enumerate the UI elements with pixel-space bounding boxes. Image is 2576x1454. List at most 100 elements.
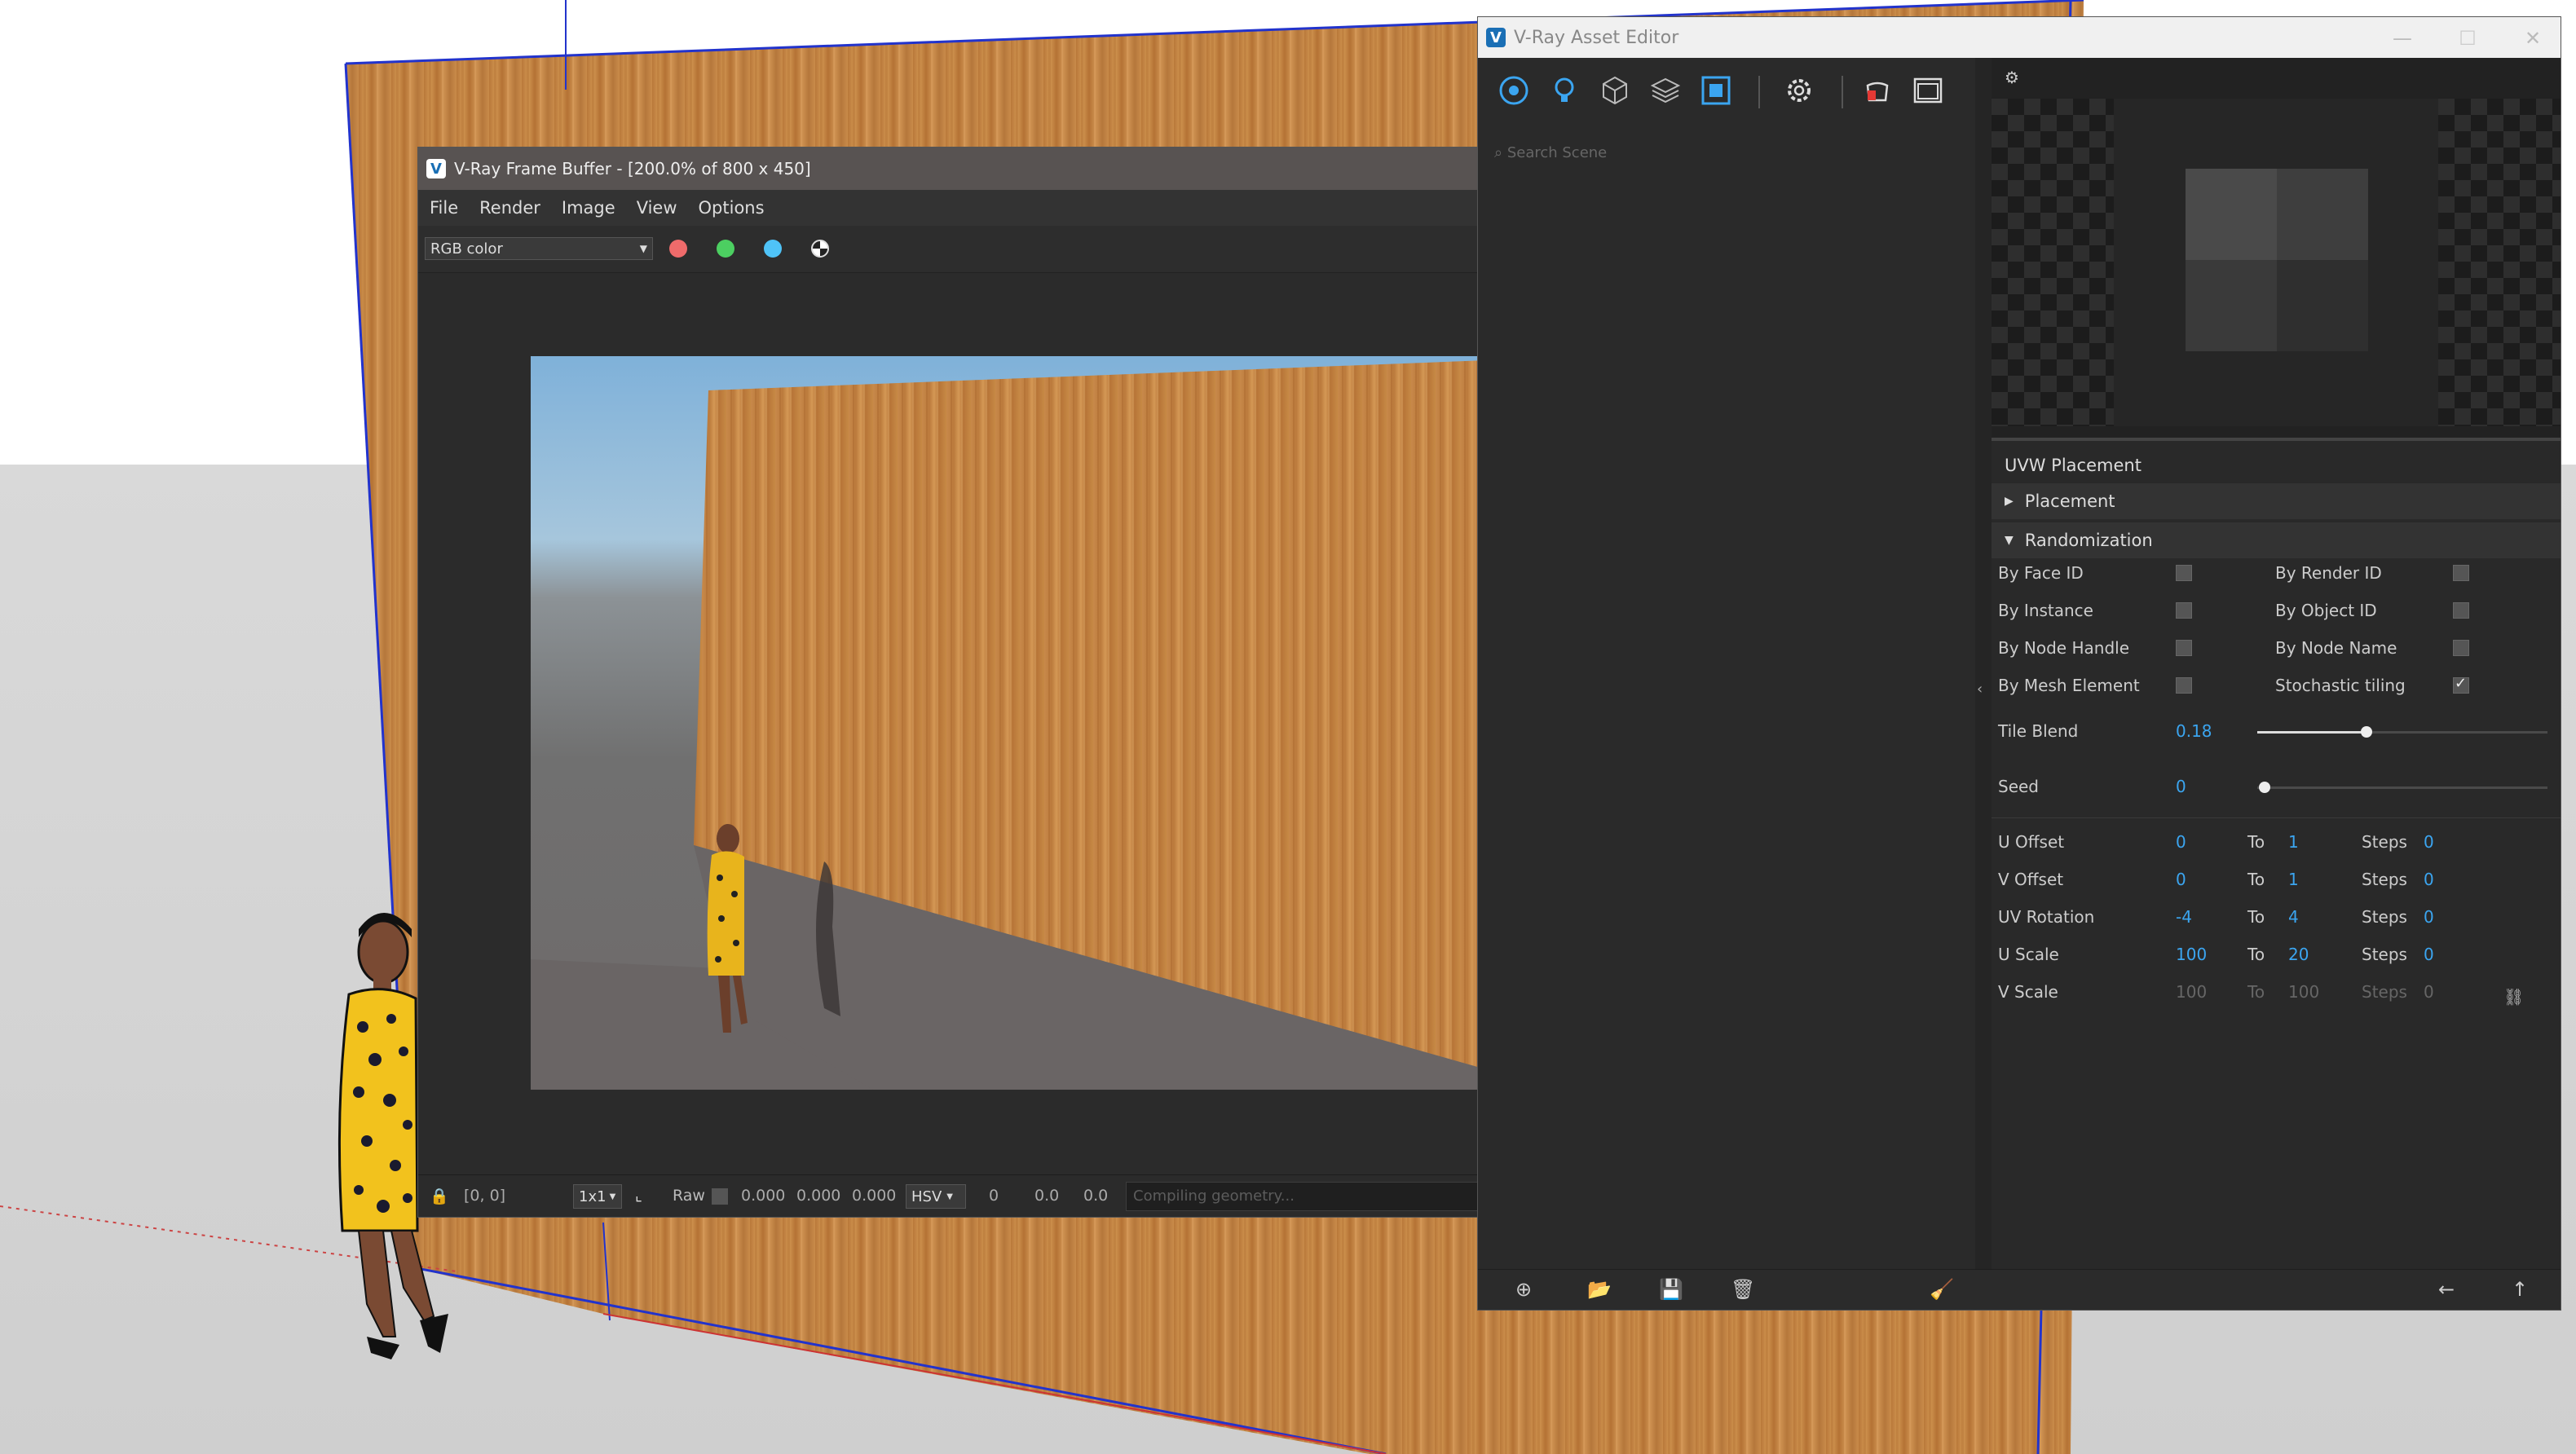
range-to[interactable]: 20	[2288, 945, 2309, 964]
textures-icon[interactable]	[1700, 74, 1732, 107]
range-steps[interactable]: 0	[2424, 945, 2434, 964]
back-arrow-icon[interactable]: ←	[2438, 1278, 2455, 1301]
lock-icon[interactable]: 🔒	[430, 1187, 449, 1205]
material-preview: ⚙	[1992, 58, 2561, 441]
checkbox[interactable]: ✓	[2453, 675, 2469, 694]
render-interactive-icon[interactable]	[1861, 74, 1894, 107]
range-label: U Offset	[1998, 832, 2065, 852]
menu-image[interactable]: Image	[562, 198, 615, 218]
lights-icon[interactable]	[1548, 74, 1581, 107]
save-asset-icon[interactable]: 💾	[1659, 1278, 1683, 1301]
tile-blend-label: Tile Blend	[1998, 721, 2079, 741]
purge-icon[interactable]: 🧹	[1930, 1278, 1954, 1301]
randomization-section[interactable]: ▼ Randomization	[1992, 522, 2561, 558]
checkbox[interactable]	[2453, 565, 2469, 581]
placement-section[interactable]: ▶ Placement	[1992, 483, 2561, 519]
menu-file[interactable]: File	[430, 198, 458, 218]
layers-icon[interactable]	[1649, 74, 1682, 107]
range-to[interactable]: 100	[2288, 982, 2319, 1002]
range-from[interactable]: 0	[2176, 832, 2186, 852]
checkbox[interactable]	[2176, 640, 2192, 656]
blue-channel-button[interactable]	[764, 240, 782, 258]
hsv-s: 0.0	[1034, 1187, 1060, 1205]
materials-icon[interactable]	[1498, 74, 1530, 107]
green-channel-button[interactable]	[717, 240, 734, 258]
range-label: U Scale	[1998, 945, 2059, 964]
range-to-label: To	[2247, 870, 2265, 889]
range-steps[interactable]: 0	[2424, 982, 2434, 1002]
check-label: By Object ID	[2275, 601, 2377, 620]
pixel-coords: [0, 0]	[464, 1187, 506, 1205]
minimize-button[interactable]: —	[2373, 17, 2432, 59]
range-steps-label: Steps	[2362, 832, 2407, 852]
tile-blend-value[interactable]: 0.18	[2176, 721, 2212, 741]
open-folder-icon[interactable]: 📂	[1587, 1278, 1612, 1301]
channel-select[interactable]: RGB color ▼	[425, 237, 653, 260]
channel-value: RGB color	[430, 240, 503, 258]
range-steps-label: Steps	[2362, 982, 2407, 1002]
range-to[interactable]: 1	[2288, 832, 2299, 852]
chevron-left-icon[interactable]: ‹	[1977, 681, 1983, 698]
menu-render[interactable]: Render	[479, 198, 540, 218]
range-from[interactable]: 100	[2176, 982, 2207, 1002]
asset-editor-titlebar[interactable]: V V-Ray Asset Editor — ☐ ✕	[1478, 17, 2561, 58]
maximize-button[interactable]: ☐	[2438, 17, 2497, 59]
rgb-r: 0.000	[741, 1187, 786, 1205]
preview-options-icon[interactable]: ⚙	[2005, 68, 2019, 87]
tile-blend-knob[interactable]	[2360, 726, 2372, 738]
range-steps[interactable]: 0	[2424, 870, 2434, 889]
geometry-icon[interactable]	[1599, 74, 1631, 107]
check-label: By Face ID	[1998, 563, 2084, 583]
search-input[interactable]: ⌕ Search Scene	[1494, 144, 1607, 161]
range-to[interactable]: 4	[2288, 907, 2299, 927]
frame-buffer-icon[interactable]	[1912, 74, 1944, 107]
color-space-value: HSV	[911, 1187, 942, 1205]
link-chain-icon[interactable]: ⛓	[2503, 987, 2524, 1007]
range-label: V Offset	[1998, 870, 2064, 889]
range-steps[interactable]: 0	[2424, 907, 2434, 927]
alpha-channel-button[interactable]	[811, 240, 829, 258]
rgb-b: 0.000	[852, 1187, 897, 1205]
panel-title: UVW Placement	[2005, 456, 2142, 475]
range-steps-label: Steps	[2362, 907, 2407, 927]
asset-editor-bottombar: ⊕ 📂 💾 🗑 🧹 ← ↑	[1478, 1269, 2561, 1310]
ratio-select[interactable]: 1x1 ▼	[573, 1184, 622, 1209]
check-label: By Render ID	[2275, 563, 2382, 583]
chevron-down-icon: ▼	[639, 243, 647, 254]
seed-value[interactable]: 0	[2176, 777, 2186, 796]
color-picker-icon[interactable]: ⌞	[635, 1187, 642, 1205]
vray-logo-icon: V	[1486, 28, 1506, 47]
checkbox[interactable]	[2453, 602, 2469, 619]
range-from[interactable]: -4	[2176, 907, 2192, 927]
close-button[interactable]: ✕	[2503, 17, 2562, 59]
seed-slider[interactable]	[2257, 786, 2547, 789]
menu-view[interactable]: View	[637, 198, 677, 218]
ratio-value: 1x1	[579, 1187, 607, 1205]
add-asset-icon[interactable]: ⊕	[1515, 1278, 1532, 1301]
randomization-label: Randomization	[2024, 531, 2153, 550]
checkbox[interactable]	[2176, 565, 2192, 581]
range-from[interactable]: 0	[2176, 870, 2186, 889]
search-placeholder: Search Scene	[1506, 144, 1608, 161]
up-arrow-icon[interactable]: ↑	[2512, 1278, 2528, 1301]
checkbox[interactable]	[2176, 602, 2192, 619]
red-channel-button[interactable]	[669, 240, 687, 258]
delete-icon[interactable]: 🗑	[1731, 1278, 1755, 1301]
range-from[interactable]: 100	[2176, 945, 2207, 964]
panel-splitter[interactable]: ‹	[1975, 58, 1992, 1310]
range-steps[interactable]: 0	[2424, 832, 2434, 852]
seed-knob[interactable]	[2259, 782, 2270, 793]
asset-settings-panel: ⚙ UVW Placement ▶ Placement ▼ Randomizat…	[1992, 58, 2561, 1269]
range-to[interactable]: 1	[2288, 870, 2299, 889]
hsv-v: 0.0	[1083, 1187, 1109, 1205]
checkbox[interactable]	[2176, 677, 2192, 694]
color-space-select[interactable]: HSV ▼	[906, 1184, 966, 1209]
raw-label: Raw	[673, 1187, 705, 1205]
range-steps-label: Steps	[2362, 945, 2407, 964]
hsv-h: 0	[989, 1187, 999, 1205]
range-to-label: To	[2247, 982, 2265, 1002]
placement-label: Placement	[2024, 491, 2115, 511]
menu-options[interactable]: Options	[699, 198, 765, 218]
settings-gear-icon[interactable]	[1783, 74, 1815, 107]
checkbox[interactable]	[2453, 640, 2469, 656]
